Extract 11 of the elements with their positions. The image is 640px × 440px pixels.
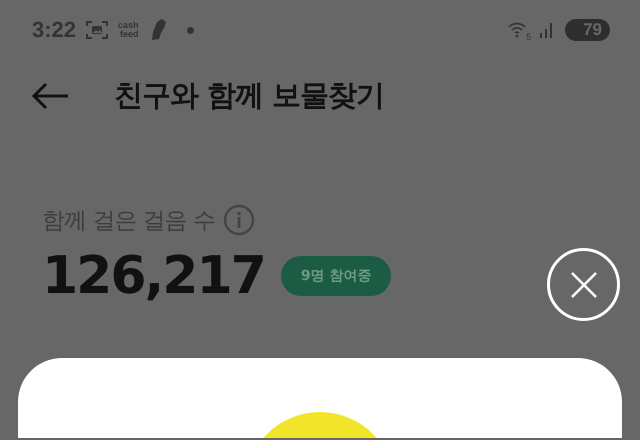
step-count: 126,217 [42, 246, 265, 306]
screenshot-icon [86, 20, 108, 40]
info-icon[interactable] [222, 204, 255, 236]
close-button[interactable] [547, 248, 620, 321]
participants-badge: 9명 참여중 [280, 256, 392, 296]
battery-indicator: 79 [565, 19, 610, 41]
close-icon [568, 270, 598, 300]
notification-dot [186, 26, 194, 34]
wifi-icon [508, 22, 526, 38]
page-title: 친구와 함께 보물찾기 [114, 77, 384, 114]
back-button[interactable] [30, 81, 70, 111]
